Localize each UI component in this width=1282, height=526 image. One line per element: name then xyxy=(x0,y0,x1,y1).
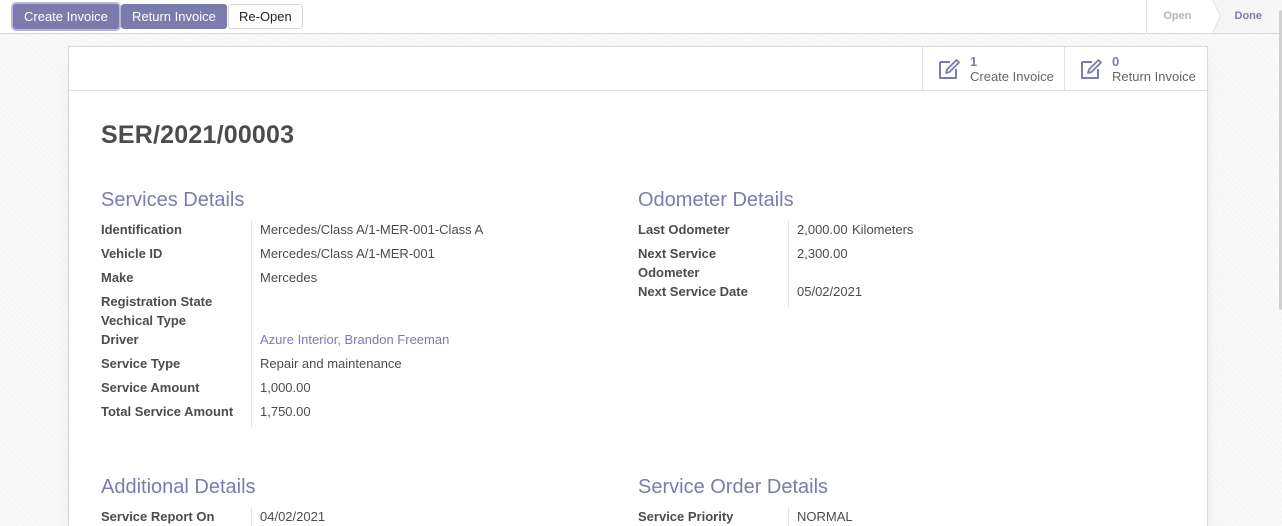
service-amount-label: Service Amount xyxy=(101,380,200,395)
last-odometer-label: Last Odometer xyxy=(638,222,730,237)
next-service-date-value[interactable]: 05/02/2021 xyxy=(797,282,862,301)
record-title: SER/2021/00003 xyxy=(101,121,295,149)
create-invoice-button[interactable]: Create Invoice xyxy=(13,4,119,29)
create-invoice-smart-label: Create Invoice xyxy=(970,69,1054,84)
service-report-on-label: Service Report On xyxy=(101,509,215,524)
pencil-square-icon xyxy=(939,59,960,79)
statusbar: Open Done xyxy=(1146,0,1282,33)
odometer-details-title: Odometer Details xyxy=(638,189,794,211)
pencil-square-icon xyxy=(1081,59,1102,79)
driver-link[interactable]: Azure Interior, Brandon Freeman xyxy=(260,330,449,349)
return-invoice-smart-button[interactable]: 0 Return Invoice xyxy=(1064,47,1207,91)
stage-done[interactable]: Done xyxy=(1211,0,1282,33)
control-panel: Create Invoice Return Invoice Re-Open Op… xyxy=(0,0,1282,34)
next-service-odometer-label-line1: Next Service xyxy=(638,246,717,261)
service-type-value[interactable]: Repair and maintenance xyxy=(260,354,402,373)
identification-label: Identification xyxy=(101,222,182,237)
additional-details-title: Additional Details xyxy=(101,476,256,498)
odometer-divider xyxy=(788,221,789,307)
create-invoice-count: 1 xyxy=(970,54,978,69)
next-service-date-label: Next Service Date xyxy=(638,284,748,299)
service-order-divider xyxy=(788,508,789,526)
vehicle-id-label: Vehicle ID xyxy=(101,246,163,261)
make-label: Make xyxy=(101,270,134,285)
next-service-odometer-label-line2: Odometer xyxy=(638,265,700,280)
services-divider xyxy=(251,221,252,427)
last-odometer-value[interactable]: 2,000.00 xyxy=(797,220,848,239)
registration-state-label: Registration State xyxy=(101,294,213,309)
next-service-odometer-value[interactable]: 2,300.00 xyxy=(797,244,848,263)
services-details-title: Services Details xyxy=(101,189,245,211)
driver-label: Driver xyxy=(101,332,139,347)
service-report-on-value[interactable]: 04/02/2021 xyxy=(260,507,325,526)
return-invoice-button[interactable]: Return Invoice xyxy=(121,4,227,29)
service-priority-value[interactable]: NORMAL xyxy=(797,507,853,526)
total-service-amount-label: Total Service Amount xyxy=(101,404,234,419)
form-sheet: 1 Create Invoice 0 Return Invoice SER/20… xyxy=(68,46,1208,526)
reopen-button[interactable]: Re-Open xyxy=(228,4,303,29)
service-priority-label: Service Priority xyxy=(638,509,734,524)
odometer-unit[interactable]: Kilometers xyxy=(852,220,913,239)
service-amount-value[interactable]: 1,000.00 xyxy=(260,378,311,397)
additional-divider xyxy=(251,508,252,526)
create-invoice-smart-button[interactable]: 1 Create Invoice xyxy=(922,47,1065,91)
make-value[interactable]: Mercedes xyxy=(260,268,317,287)
service-order-details-title: Service Order Details xyxy=(638,476,829,498)
identification-value[interactable]: Mercedes/Class A/1-MER-001-Class A xyxy=(260,220,483,239)
scrollbar[interactable] xyxy=(1278,0,1282,526)
vehicle-type-label: Vechical Type xyxy=(101,313,187,328)
vehicle-id-value[interactable]: Mercedes/Class A/1-MER-001 xyxy=(260,244,435,263)
service-type-label: Service Type xyxy=(101,356,181,371)
smart-button-box: 1 Create Invoice 0 Return Invoice xyxy=(69,47,1207,91)
return-invoice-count: 0 xyxy=(1112,54,1120,69)
return-invoice-smart-label: Return Invoice xyxy=(1112,69,1196,84)
total-service-amount-value[interactable]: 1,750.00 xyxy=(260,402,311,421)
stage-open[interactable]: Open xyxy=(1146,0,1221,33)
